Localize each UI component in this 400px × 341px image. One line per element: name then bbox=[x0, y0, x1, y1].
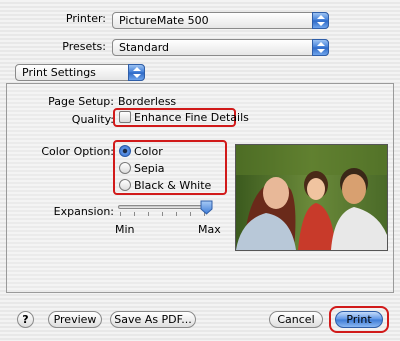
presets-select[interactable]: Standard bbox=[112, 39, 329, 56]
save-as-pdf-button-label: Save As PDF... bbox=[114, 313, 192, 326]
enhance-label: Enhance Fine Details bbox=[134, 111, 249, 124]
quality-label: Quality: bbox=[71, 113, 114, 126]
presets-label: Presets: bbox=[62, 40, 106, 53]
printer-select-value: PictureMate 500 bbox=[119, 14, 209, 27]
slider-tick bbox=[134, 212, 135, 216]
expansion-max-label: Max bbox=[198, 223, 221, 236]
enhance-checkbox[interactable] bbox=[119, 111, 131, 123]
help-button[interactable]: ? bbox=[17, 311, 34, 328]
presets-select-value: Standard bbox=[119, 41, 170, 54]
pane-select-value: Print Settings bbox=[22, 66, 96, 79]
radio-sepia-label: Sepia bbox=[134, 162, 165, 175]
radio-black-white[interactable] bbox=[119, 179, 131, 191]
pane-select[interactable]: Print Settings bbox=[15, 64, 145, 81]
radio-color-label: Color bbox=[134, 145, 163, 158]
save-as-pdf-button[interactable]: Save As PDF... bbox=[110, 311, 196, 328]
radio-sepia[interactable] bbox=[119, 162, 131, 174]
color-option-label: Color Option: bbox=[41, 145, 114, 158]
slider-tick bbox=[176, 212, 177, 216]
cancel-button-label: Cancel bbox=[277, 313, 315, 326]
slider-tick bbox=[120, 212, 121, 216]
slider-tick bbox=[162, 212, 163, 216]
radio-black-white-label: Black & White bbox=[134, 179, 212, 192]
radio-color[interactable] bbox=[119, 145, 131, 157]
preview-photo bbox=[235, 144, 388, 251]
printer-select[interactable]: PictureMate 500 bbox=[112, 12, 329, 29]
print-button[interactable]: Print bbox=[335, 311, 383, 328]
updown-arrows-icon bbox=[312, 39, 329, 56]
slider-tick bbox=[148, 212, 149, 216]
page-setup-value: Borderless bbox=[118, 95, 177, 108]
page-setup-label: Page Setup: bbox=[48, 95, 114, 108]
preview-button-label: Preview bbox=[53, 313, 97, 326]
expansion-slider-thumb[interactable] bbox=[200, 200, 213, 215]
preview-button[interactable]: Preview bbox=[48, 311, 102, 328]
updown-arrows-icon bbox=[128, 64, 145, 81]
updown-arrows-icon bbox=[312, 12, 329, 29]
print-button-label: Print bbox=[346, 313, 372, 326]
expansion-label: Expansion: bbox=[53, 205, 114, 218]
cancel-button[interactable]: Cancel bbox=[269, 311, 323, 328]
help-icon: ? bbox=[22, 313, 29, 326]
printer-label: Printer: bbox=[65, 12, 106, 25]
expansion-min-label: Min bbox=[115, 223, 135, 236]
slider-tick bbox=[190, 212, 191, 216]
expansion-slider-track[interactable] bbox=[118, 205, 210, 209]
